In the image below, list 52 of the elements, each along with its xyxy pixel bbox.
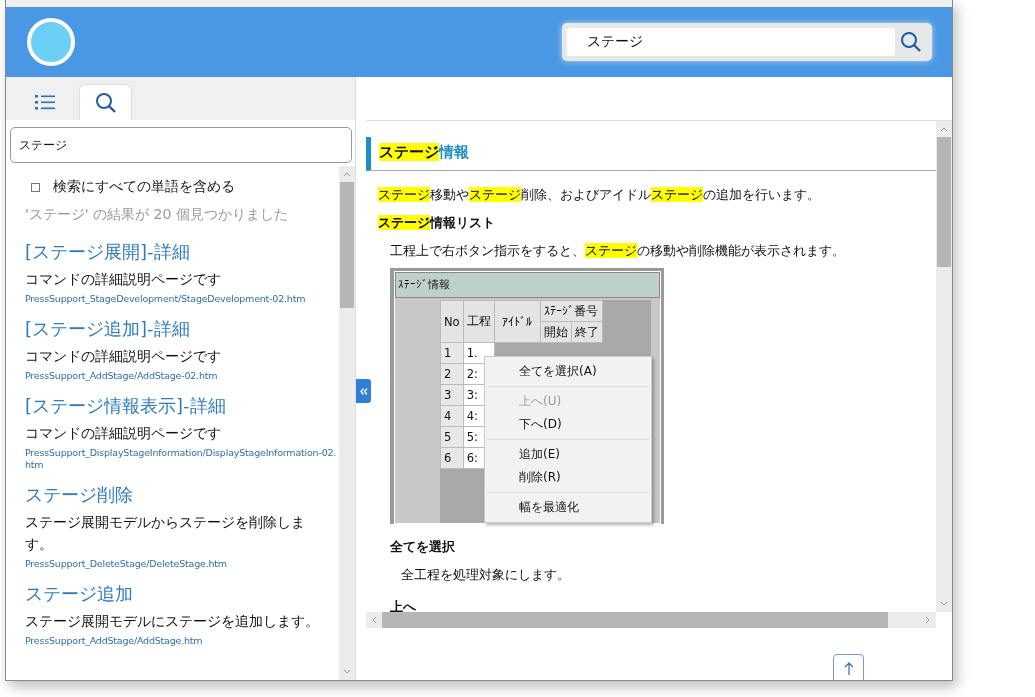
- column-header: ｱｲﾄﾞﾙ: [494, 300, 541, 343]
- search-field[interactable]: ステージ: [562, 23, 932, 61]
- search-tab[interactable]: [79, 84, 132, 120]
- scrollbar[interactable]: [936, 121, 952, 612]
- result-title-link[interactable]: ステージ削除: [25, 483, 339, 507]
- result-path-link[interactable]: PressSupport_StageDevelopment/StageDevelopment-02.htm: [25, 293, 339, 305]
- result-description: ステージ展開モデルからステージを削除します。: [25, 513, 306, 554]
- search-field[interactable]: ステージ: [10, 127, 352, 163]
- section-text: 工程上で右ボタン指示をすると、ステージの移動や削除機能が表示されます。: [390, 242, 846, 260]
- result-path-link[interactable]: PressSupport_DisplayStageInformation/DisplayStageInformation-02.htm: [25, 447, 339, 471]
- section-heading: 全てを選択: [390, 538, 456, 556]
- checkbox-label: 検索にすべての単語を含める: [53, 178, 235, 196]
- section-heading: ステージ情報リスト: [378, 214, 496, 232]
- column-header: ｽﾃｰｼﾞ番号: [540, 300, 603, 322]
- result-title-link[interactable]: ステージ追加: [25, 582, 339, 606]
- result-title-link[interactable]: [ステージ情報表示]-詳細: [25, 394, 339, 418]
- column-header: No: [440, 300, 464, 343]
- search-icon: [899, 30, 923, 54]
- table-cell: 1: [440, 342, 464, 364]
- scrollbar[interactable]: [339, 166, 355, 680]
- result-description: コマンドの詳細説明ページです: [25, 270, 222, 289]
- double-chevron-icon: [359, 387, 368, 395]
- scrollbar-thumb[interactable]: [340, 182, 354, 308]
- section-text: 全工程を処理対象にします。: [401, 566, 571, 584]
- table-cell: 2: [440, 363, 464, 385]
- scrollbar-thumb[interactable]: [937, 137, 951, 267]
- arrow-up-icon: [843, 662, 854, 676]
- result-count: 'ステージ' の結果が 20 個見つかりました: [25, 206, 289, 224]
- result-path-link[interactable]: PressSupport_AddStage/AddStage-02.htm: [25, 370, 339, 382]
- table-cell: 4: [440, 405, 464, 427]
- table-cell: 6: [440, 447, 464, 469]
- table-cell: 3: [440, 384, 464, 406]
- intro-text: ステージ移動やステージ削除、およびアイドルステージの追加を行います。: [378, 186, 821, 204]
- search-icon: [93, 90, 118, 115]
- table-cell: 5: [440, 426, 464, 448]
- menu-item[interactable]: 削除(R): [485, 466, 651, 489]
- column-header: 工程: [463, 300, 495, 343]
- logo: [27, 18, 75, 66]
- checkbox[interactable]: [31, 182, 40, 192]
- dialog-title: ｽﾃｰｼﾞ情報: [398, 278, 450, 292]
- section-heading: 上へ: [390, 598, 417, 612]
- result-path-link[interactable]: PressSupport_AddStage/AddStage.htm: [25, 635, 339, 647]
- back-to-top-button[interactable]: [833, 654, 864, 680]
- result-path-link[interactable]: PressSupport_DeleteStage/DeleteStage.htm: [25, 558, 339, 570]
- collapse-button[interactable]: [356, 379, 371, 403]
- list-icon: [34, 94, 55, 110]
- result-description: ステージ展開モデルにステージを追加します。: [25, 612, 320, 631]
- result-description: コマンドの詳細説明ページです: [25, 424, 222, 443]
- result-description: コマンドの詳細説明ページです: [25, 347, 222, 366]
- result-title-link[interactable]: [ステージ展開]-詳細: [25, 240, 339, 264]
- result-title-link[interactable]: [ステージ追加]-詳細: [25, 317, 339, 341]
- menu-item[interactable]: 幅を最適化: [485, 496, 651, 519]
